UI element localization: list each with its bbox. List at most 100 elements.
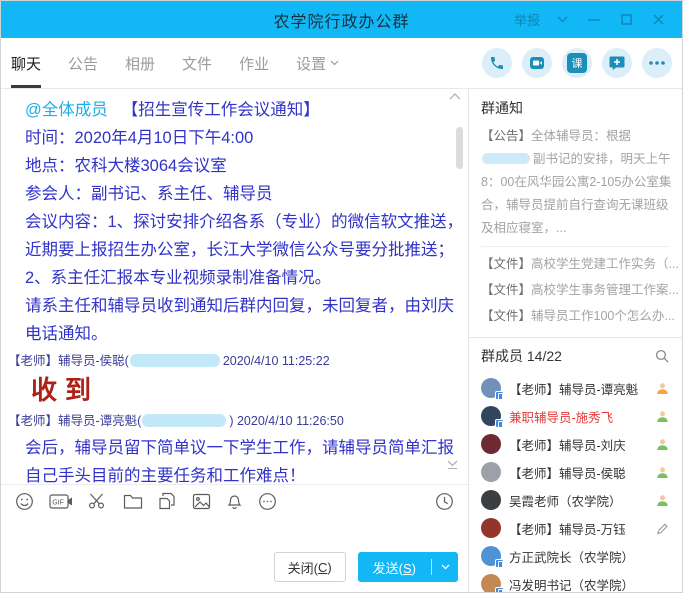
tab-announcement[interactable]: 公告 <box>68 38 98 88</box>
send-options-chevron-icon[interactable] <box>432 564 458 570</box>
report-button[interactable]: 举报 <box>508 10 546 29</box>
redacted-blur <box>142 414 226 427</box>
notice-line: 地点：农科大楼3064会议室 <box>1 152 468 180</box>
video-call-button[interactable] <box>522 48 552 78</box>
file-item[interactable]: 【文件】高校学生党建工作实务（... <box>481 251 682 277</box>
avatar <box>481 462 501 482</box>
avatar <box>481 574 501 592</box>
voice-call-button[interactable] <box>482 48 512 78</box>
mobile-online-badge-icon <box>495 587 504 592</box>
message-sender: 【老师】辅导员-侯聪(2020/4/10 11:25:22 <box>1 348 468 374</box>
status-online-icon <box>656 438 669 451</box>
new-chat-button[interactable] <box>602 48 632 78</box>
tab-files[interactable]: 文件 <box>182 38 212 88</box>
chevron-down-icon <box>330 60 339 66</box>
tab-settings[interactable]: 设置 <box>296 38 339 88</box>
member-name: 兼职辅导员-施秀飞 <box>509 407 650 426</box>
notice-line: 参会人：副书记、系主任、辅导员 <box>1 180 468 208</box>
member-row[interactable]: 【老师】辅导员-刘庆 <box>481 430 682 458</box>
member-row[interactable]: 吴霞老师（农学院） <box>481 486 682 514</box>
message-time: 2020/4/10 11:25:22 <box>223 354 330 368</box>
member-name: 吴霞老师（农学院） <box>509 491 650 510</box>
notice-line: 时间：2020年4月10日下午4:00 <box>1 124 468 152</box>
close-chat-button[interactable]: 关闭(C) <box>274 552 346 582</box>
member-name: 【老师】辅导员-侯聪 <box>509 463 650 482</box>
image-icon[interactable] <box>192 493 211 510</box>
avatar <box>481 546 501 566</box>
member-row[interactable]: 【老师】辅导员-侯聪 <box>481 458 682 486</box>
search-icon[interactable] <box>655 349 669 363</box>
file-folder-icon[interactable] <box>123 493 143 510</box>
member-name: 【老师】辅导员-谭亮魁 <box>509 379 650 398</box>
status-online-icon <box>656 494 669 507</box>
message-body-line: 会后，辅导员留下简单议一下学生工作，请辅导员简单汇报 <box>1 434 468 462</box>
member-row[interactable]: 【老师】辅导员-谭亮魁 <box>481 374 682 402</box>
member-row[interactable]: 冯发明书记（农学院） <box>481 570 682 592</box>
minimize-button[interactable] <box>578 1 610 38</box>
class-button[interactable]: 课 <box>562 48 592 78</box>
scroll-to-bottom-icon[interactable] <box>446 460 459 470</box>
redacted-blur <box>130 354 220 367</box>
input-toolbar: GIF <box>1 484 468 517</box>
tab-homework[interactable]: 作业 <box>239 38 269 88</box>
message-time: 2020/4/10 11:26:50 <box>237 414 344 428</box>
chevron-down-icon[interactable] <box>546 1 578 38</box>
notice-line: 电话通知。 <box>1 320 468 348</box>
tab-bar: 聊天 公告 相册 文件 作业 设置 课 <box>1 38 682 89</box>
collapse-notice-icon[interactable] <box>449 92 461 100</box>
notice-line: 会议内容：1、探讨安排介绍各系（专业）的微信软文推送， <box>1 208 468 236</box>
avatar <box>481 378 501 398</box>
more-actions-button[interactable] <box>642 48 672 78</box>
avatar <box>481 434 501 454</box>
chat-column: @全体成员【招生宣传工作会议通知】 时间：2020年4月10日下午4:00 地点… <box>1 89 469 592</box>
more-tools-icon[interactable] <box>258 492 277 511</box>
member-name: 【老师】辅导员-万钰 <box>509 519 650 538</box>
member-row[interactable]: 方正武院长（农学院） <box>481 542 682 570</box>
member-name: 方正武院长（农学院） <box>509 547 669 566</box>
member-row[interactable]: 兼职辅导员-施秀飞 <box>481 402 682 430</box>
avatar <box>481 490 501 510</box>
mobile-online-badge-icon <box>495 559 504 568</box>
send-button[interactable]: 发送(S) <box>358 552 458 582</box>
title-bar: 农学院行政办公群 举报 <box>1 1 682 38</box>
members-header: 群成员 14/22 <box>481 346 562 366</box>
mobile-online-badge-icon <box>495 419 504 428</box>
send-actions: 关闭(C) 发送(S) <box>1 550 468 592</box>
gif-hotimage-icon[interactable]: GIF <box>49 493 73 510</box>
tab-chat[interactable]: 聊天 <box>11 38 41 88</box>
message-history-icon[interactable] <box>435 492 454 511</box>
notice-line: @全体成员【招生宣传工作会议通知】 <box>1 96 468 124</box>
message-input[interactable] <box>1 517 468 550</box>
divider <box>481 246 670 247</box>
member-name: 【老师】辅导员-刘庆 <box>509 435 650 454</box>
redacted-blur <box>482 153 530 164</box>
file-assistant-icon[interactable] <box>158 492 177 510</box>
mention-all[interactable]: @全体成员 <box>25 101 108 119</box>
notification-bell-icon[interactable] <box>226 492 243 510</box>
status-away-icon <box>656 382 669 395</box>
tab-album[interactable]: 相册 <box>125 38 155 88</box>
maximize-button[interactable] <box>610 1 642 38</box>
close-button[interactable] <box>642 1 674 38</box>
divider <box>469 337 682 338</box>
message-history[interactable]: @全体成员【招生宣传工作会议通知】 时间：2020年4月10日下午4:00 地点… <box>1 89 468 484</box>
avatar <box>481 518 501 538</box>
avatar <box>481 406 501 426</box>
notice-line: 近期要上报招生办公室，长江大学微信公众号要分批推送； <box>1 236 468 264</box>
file-item[interactable]: 【文件】高校学生事务管理工作案... <box>481 277 682 303</box>
mobile-online-badge-icon <box>495 391 504 400</box>
status-online-icon <box>656 466 669 479</box>
message-body-stamp: 收到 <box>1 374 468 408</box>
message-sender: 【老师】辅导员-谭亮魁() 2020/4/10 11:26:50 <box>1 408 468 434</box>
screenshot-scissors-icon[interactable] <box>88 492 108 510</box>
chat-scrollbar[interactable] <box>456 127 463 169</box>
file-item[interactable]: 【文件】辅导员工作100个怎么办... <box>481 303 682 329</box>
announcement-item[interactable]: 【公告】全体辅导员：根据副书记的安排，明天上午8：00在风华园公寓2-105办公… <box>481 125 682 240</box>
member-row[interactable]: 【老师】辅导员-万钰 <box>481 514 682 542</box>
status-online-icon <box>656 410 669 423</box>
svg-text:GIF: GIF <box>52 499 64 506</box>
group-notice-header: 群通知 <box>481 98 682 118</box>
member-name: 冯发明书记（农学院） <box>509 575 669 593</box>
notice-line: 请系主任和辅导员收到通知后群内回复，未回复者，由刘庆 <box>1 292 468 320</box>
emoji-icon[interactable] <box>15 492 34 511</box>
